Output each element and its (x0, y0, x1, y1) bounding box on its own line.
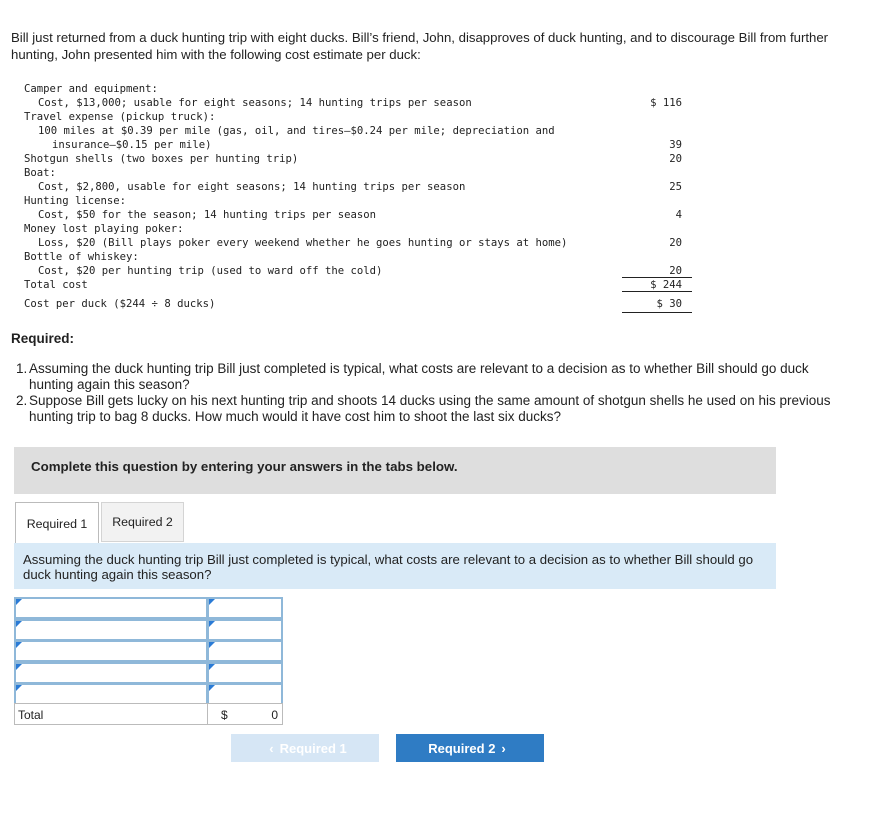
estimate-line-label: Cost, $2,800, usable for eight seasons; … (38, 181, 466, 193)
total-currency: $ (221, 708, 228, 722)
answer-row-value-input[interactable] (207, 662, 283, 684)
estimate-line-label: Money lost playing poker: (24, 223, 184, 235)
estimate-line-amount: $ 244 (650, 279, 682, 291)
answer-value-field[interactable] (209, 685, 281, 703)
total-rule-line (622, 312, 692, 313)
estimate-line-label: Hunting license: (24, 195, 127, 207)
answer-row-value-input[interactable] (207, 683, 283, 705)
next-tab-button[interactable]: Required 2 › (396, 734, 544, 762)
required-item-2: 2. Suppose Bill gets lucky on his next h… (16, 393, 856, 425)
tab-label: Required 1 (26, 516, 88, 531)
answer-row-label-input[interactable] (14, 619, 208, 641)
required-item-number: 1. (16, 361, 28, 376)
problem-intro: Bill just returned from a duck hunting t… (11, 30, 829, 62)
answer-row-label-input[interactable] (14, 640, 208, 662)
estimate-line-amount: 4 (675, 209, 682, 221)
answer-row-label-input[interactable] (14, 662, 208, 684)
estimate-line-label: 100 miles at $0.39 per mile (gas, oil, a… (38, 125, 555, 137)
answer-label-field[interactable] (16, 621, 206, 639)
instruction-text: Complete this question by entering your … (31, 459, 458, 474)
estimate-line-label: Cost, $20 per hunting trip (used to ward… (38, 265, 383, 277)
answer-value-field[interactable] (209, 599, 281, 617)
answer-label-field[interactable] (16, 685, 206, 703)
answer-label-field[interactable] (16, 664, 206, 682)
total-value-cell: $0 (207, 703, 283, 725)
estimate-line-label: Travel expense (pickup truck): (24, 111, 216, 123)
answer-label-field[interactable] (16, 599, 206, 617)
required-item-text: Suppose Bill gets lucky on his next hunt… (29, 393, 831, 424)
answer-row-value-input[interactable] (207, 640, 283, 662)
estimate-line-label: Loss, $20 (Bill plays poker every weeken… (38, 237, 568, 249)
estimate-line-label: Cost, $50 for the season; 14 hunting tri… (38, 209, 377, 221)
previous-button-label: Required 1 (279, 740, 347, 756)
required-item-1: 1. Assuming the duck hunting trip Bill j… (16, 361, 856, 393)
estimate-line-label: Boat: (24, 167, 56, 179)
instruction-banner: Complete this question by entering your … (14, 447, 776, 494)
tab-required-2[interactable]: Required 2 (101, 502, 184, 542)
estimate-line-label: insurance—$0.15 per mile) (52, 139, 212, 151)
estimate-line-label: Cost per duck ($244 ÷ 8 ducks) (24, 298, 216, 310)
estimate-line-amount: $ 30 (656, 298, 682, 310)
estimate-line-amount: 25 (669, 181, 682, 193)
answer-row-label-input[interactable] (14, 683, 208, 705)
answer-row-value-input[interactable] (207, 597, 283, 619)
chevron-right-icon: › (501, 740, 506, 756)
estimate-line-amount: 20 (669, 153, 682, 165)
total-rule-line (622, 277, 692, 278)
total-rule-line (622, 291, 692, 292)
answer-value-field[interactable] (209, 621, 281, 639)
answer-value-field[interactable] (209, 664, 281, 682)
answer-row-label-input[interactable] (14, 597, 208, 619)
answer-label-field[interactable] (16, 642, 206, 660)
answer-value-field[interactable] (209, 642, 281, 660)
total-value: 0 (271, 708, 278, 722)
tab-label: Required 2 (112, 515, 173, 529)
estimate-line-amount: 39 (669, 139, 682, 151)
required-item-text: Assuming the duck hunting trip Bill just… (29, 361, 809, 392)
required-list: 1. Assuming the duck hunting trip Bill j… (16, 361, 856, 425)
total-label: Total (18, 708, 44, 722)
estimate-line-amount: 20 (669, 237, 682, 249)
chevron-left-icon: ‹ (269, 740, 274, 756)
question-text: Assuming the duck hunting trip Bill just… (23, 552, 754, 582)
estimate-line-label: Total cost (24, 279, 88, 291)
answer-row-value-input[interactable] (207, 619, 283, 641)
estimate-line-label: Bottle of whiskey: (24, 251, 139, 263)
estimate-line-label: Shotgun shells (two boxes per hunting tr… (24, 153, 299, 165)
total-label-cell: Total (14, 703, 208, 725)
previous-tab-button[interactable]: ‹ Required 1 (231, 734, 379, 762)
next-button-label: Required 2 (428, 740, 496, 756)
required-heading: Required: (11, 331, 75, 346)
estimate-line-label: Camper and equipment: (24, 83, 158, 95)
estimate-line-label: Cost, $13,000; usable for eight seasons;… (38, 97, 472, 109)
estimate-line-amount: 20 (669, 265, 682, 277)
question-banner: Assuming the duck hunting trip Bill just… (14, 543, 776, 589)
required-item-number: 2. (16, 393, 28, 408)
tab-required-1[interactable]: Required 1 (15, 502, 99, 544)
estimate-line-amount: $ 116 (650, 97, 682, 109)
